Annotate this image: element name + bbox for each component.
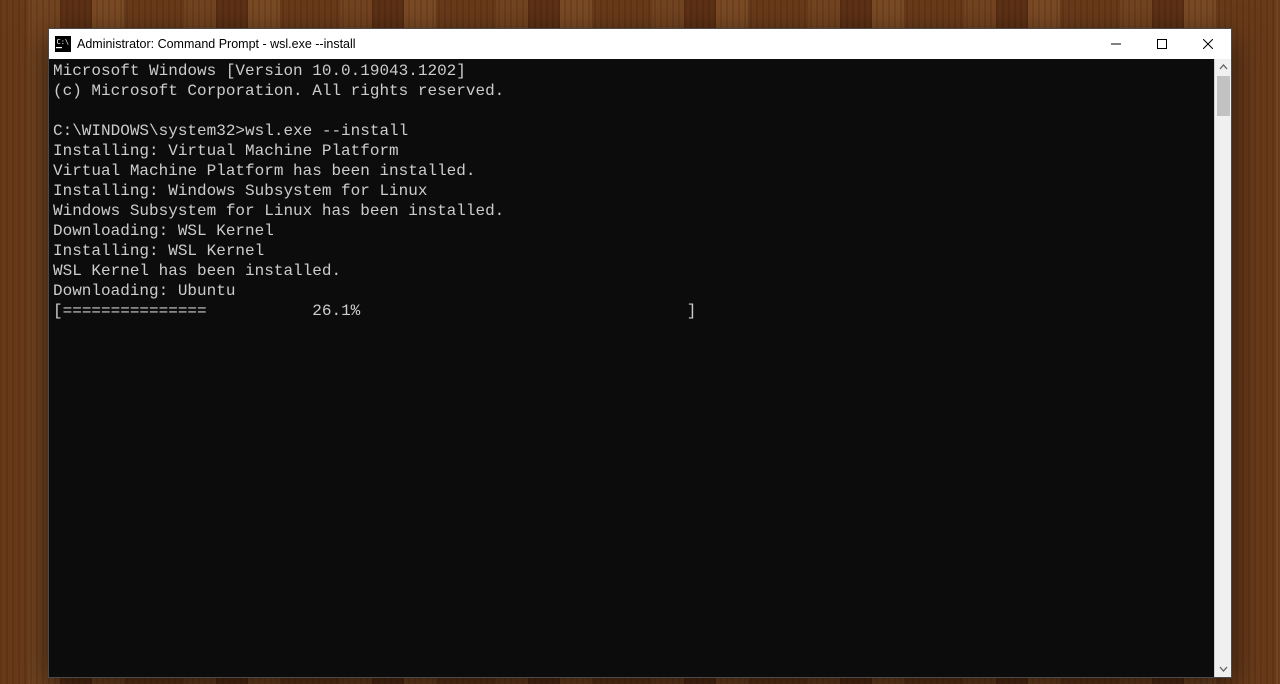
cmd-window: C:\ Administrator: Command Prompt - wsl.…: [48, 28, 1232, 678]
chevron-down-icon: [1219, 664, 1228, 673]
progress-open-bracket: [: [53, 302, 63, 320]
minimize-button[interactable]: [1093, 29, 1139, 59]
progress-gap: [207, 302, 313, 320]
output-line: Installing: Windows Subsystem for Linux: [53, 181, 1214, 201]
progress-line: [=============== 26.1% ]: [53, 301, 1214, 321]
progress-close-bracket: ]: [687, 302, 697, 320]
prompt-line: C:\WINDOWS\system32>wsl.exe --install: [53, 121, 1214, 141]
output-line: Windows Subsystem for Linux has been ins…: [53, 201, 1214, 221]
minimize-icon: [1111, 39, 1121, 49]
scrollbar-thumb[interactable]: [1217, 76, 1230, 116]
command-text: wsl.exe --install: [245, 122, 408, 140]
scrollbar-down-button[interactable]: [1215, 660, 1232, 677]
window-title: Administrator: Command Prompt - wsl.exe …: [77, 37, 356, 51]
prompt: C:\WINDOWS\system32>: [53, 122, 245, 140]
progress-percent: 26.1%: [312, 302, 360, 320]
progress-rest: [360, 302, 686, 320]
output-line: Virtual Machine Platform has been instal…: [53, 161, 1214, 181]
window-controls: [1093, 29, 1231, 59]
close-icon: [1203, 39, 1213, 49]
scrollbar-up-button[interactable]: [1215, 59, 1232, 76]
maximize-icon: [1157, 39, 1167, 49]
maximize-button[interactable]: [1139, 29, 1185, 59]
cmd-icon: C:\: [55, 36, 71, 52]
scrollbar[interactable]: [1214, 59, 1231, 677]
output-line: WSL Kernel has been installed.: [53, 261, 1214, 281]
blank-line: [53, 101, 1214, 121]
version-line: Microsoft Windows [Version 10.0.19043.12…: [53, 61, 1214, 81]
copyright-line: (c) Microsoft Corporation. All rights re…: [53, 81, 1214, 101]
output-line: Downloading: Ubuntu: [53, 281, 1214, 301]
progress-fill: ===============: [63, 302, 207, 320]
chevron-up-icon: [1219, 63, 1228, 72]
terminal-area: Microsoft Windows [Version 10.0.19043.12…: [49, 59, 1231, 677]
output-line: Installing: Virtual Machine Platform: [53, 141, 1214, 161]
titlebar[interactable]: C:\ Administrator: Command Prompt - wsl.…: [49, 29, 1231, 59]
terminal[interactable]: Microsoft Windows [Version 10.0.19043.12…: [49, 59, 1214, 677]
output-line: Installing: WSL Kernel: [53, 241, 1214, 261]
svg-text:C:\: C:\: [57, 38, 70, 46]
close-button[interactable]: [1185, 29, 1231, 59]
output-line: Downloading: WSL Kernel: [53, 221, 1214, 241]
